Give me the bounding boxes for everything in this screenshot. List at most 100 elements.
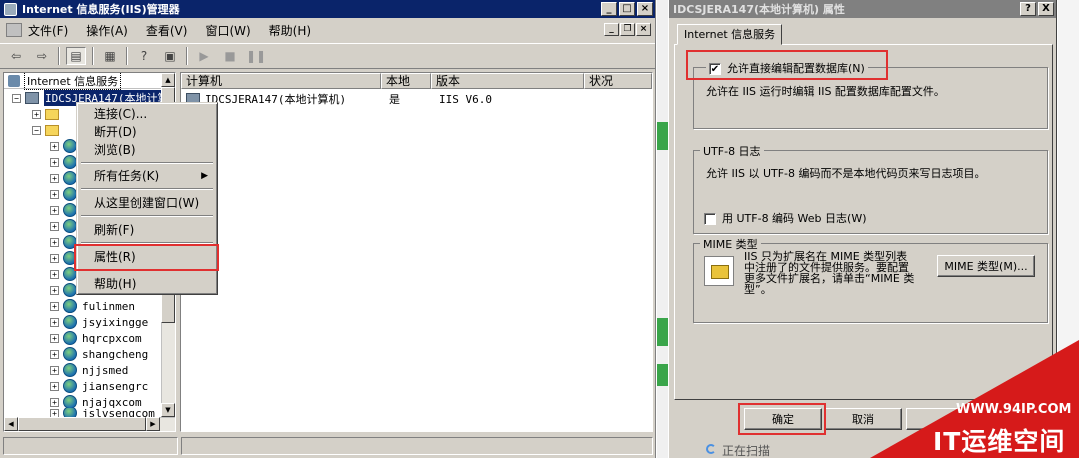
tree-item-site[interactable]: + jiansengrc (50, 378, 148, 394)
website-globe-icon (63, 139, 77, 153)
iis-title-bar[interactable]: Internet 信息服务(IIS)管理器 _ □ × (0, 0, 655, 18)
menu-item-new-window[interactable]: 从这里创建窗口(W) (80, 194, 214, 212)
tree-item-site[interactable]: + njjsmed (50, 362, 128, 378)
scroll-thumb[interactable] (18, 417, 146, 431)
show-tree-icon[interactable]: ▤ (66, 47, 86, 65)
forward-arrow-icon[interactable]: ⇨ (32, 47, 52, 65)
row-computer: IDCSJERA147(本地计算机) (205, 93, 347, 106)
all-tasks-label: 所有任务(K) (94, 169, 160, 183)
maximize-button[interactable]: □ (619, 2, 635, 16)
direct-edit-checkbox[interactable]: ✔ (709, 63, 721, 75)
website-globe-icon (63, 347, 77, 361)
menu-file[interactable]: 文件(F) (28, 22, 68, 39)
expand-icon[interactable]: + (50, 253, 59, 263)
menu-item-disconnect[interactable]: 断开(D) (80, 123, 214, 141)
tree-item-site[interactable]: + jsyixingge (50, 314, 148, 330)
ok-button[interactable]: 确定 (744, 408, 822, 430)
menu-view[interactable]: 查看(V) (146, 22, 188, 39)
expand-icon[interactable]: + (50, 301, 59, 311)
expand-icon[interactable]: + (50, 397, 59, 407)
column-header-version[interactable]: 版本 (431, 73, 584, 89)
direct-edit-checkbox-row[interactable]: ✔ 允许直接编辑配置数据库(N) (706, 60, 868, 76)
menu-item-refresh[interactable]: 刷新(F) (80, 221, 214, 239)
menu-window[interactable]: 窗口(W) (205, 22, 250, 39)
website-globe-icon (63, 379, 77, 393)
tree-item-site[interactable]: + fulinmen (50, 298, 135, 314)
tree-item-folder[interactable]: + (32, 106, 64, 122)
back-arrow-icon[interactable]: ⇦ (6, 47, 26, 65)
export-list-icon[interactable]: ▦ (100, 47, 120, 65)
iis-window-title: Internet 信息服务(IIS)管理器 (22, 3, 180, 16)
utf8-checkbox-row[interactable]: 用 UTF-8 编码 Web 日志(W) (704, 210, 867, 226)
column-header-status[interactable]: 状况 (584, 73, 652, 89)
collapse-icon[interactable]: − (32, 125, 41, 135)
expand-icon[interactable]: + (50, 141, 59, 151)
menu-separator (81, 188, 213, 190)
play-icon[interactable]: ▶ (194, 47, 214, 65)
tree-header[interactable]: Internet 信息服务 (4, 73, 175, 90)
expand-icon[interactable]: + (50, 221, 59, 231)
list-row[interactable]: IDCSJERA147(本地计算机) 是 IIS V6.0 (181, 91, 492, 107)
tree-item-folder[interactable]: − (32, 122, 64, 138)
menu-item-help[interactable]: 帮助(H) (80, 275, 214, 293)
expand-icon[interactable]: + (50, 189, 59, 199)
list-pane[interactable]: 计算机 本地 版本 状况 IDCSJERA147(本地计算机) 是 IIS V6… (180, 72, 653, 432)
menu-item-connect[interactable]: 连接(C)... (80, 105, 214, 123)
dialog-close-button[interactable]: X (1038, 2, 1054, 16)
collapse-icon[interactable]: − (12, 93, 21, 103)
expand-icon[interactable]: + (50, 157, 59, 167)
website-globe-icon (63, 363, 77, 377)
mdi-close-button[interactable]: × (636, 23, 651, 36)
expand-icon[interactable]: + (50, 285, 59, 295)
help-icon[interactable]: ? (134, 47, 154, 65)
dialog-help-button[interactable]: ? (1020, 2, 1036, 16)
expand-icon[interactable]: + (50, 349, 59, 359)
tab-internet-info-services[interactable]: Internet 信息服务 (677, 24, 783, 45)
website-globe-icon (63, 395, 77, 409)
watermark-url: WWW.94IP.COM (956, 402, 1072, 417)
scroll-down-icon[interactable]: ▼ (161, 403, 175, 417)
menu-item-all-tasks[interactable]: 所有任务(K) ▶ (80, 167, 214, 185)
column-header-local[interactable]: 本地 (381, 73, 431, 89)
toolbar-separator (126, 47, 128, 65)
expand-icon[interactable]: + (50, 237, 59, 247)
scroll-left-icon[interactable]: ◀ (4, 417, 18, 431)
mdi-restore-button[interactable]: ❐ (620, 23, 635, 36)
dialog-title-bar[interactable]: IDCSJERA147(本地计算机) 属性 ? X (669, 0, 1056, 18)
menu-help[interactable]: 帮助(H) (269, 22, 311, 39)
expand-icon[interactable]: + (50, 333, 59, 343)
website-globe-icon (63, 155, 77, 169)
toolbar-separator (58, 47, 60, 65)
scroll-up-icon[interactable]: ▲ (161, 73, 175, 87)
stop-icon[interactable]: ■ (220, 47, 240, 65)
properties-icon[interactable]: ▣ (160, 47, 180, 65)
tree-horizontal-scrollbar[interactable]: ◀ ▶ (4, 417, 175, 431)
menu-item-properties[interactable]: 属性(R) (80, 248, 214, 266)
expand-icon[interactable]: + (32, 109, 41, 119)
minimize-button[interactable]: _ (601, 2, 617, 16)
console-icon[interactable] (6, 23, 22, 37)
menu-item-browse[interactable]: 浏览(B) (80, 141, 214, 159)
toolbar-separator (186, 47, 188, 65)
column-header-computer[interactable]: 计算机 (181, 73, 381, 89)
menu-action[interactable]: 操作(A) (86, 22, 128, 39)
expand-icon[interactable]: + (50, 269, 59, 279)
close-button[interactable]: × (637, 2, 653, 16)
expand-icon[interactable]: + (50, 381, 59, 391)
expand-icon[interactable]: + (50, 365, 59, 375)
tree-item-site[interactable]: + shangcheng (50, 346, 148, 362)
mime-types-button[interactable]: MIME 类型(M)... (937, 255, 1035, 277)
menu-separator (81, 215, 213, 217)
status-panel (3, 437, 178, 455)
tree-item-site[interactable]: + hqrcpxcom (50, 330, 142, 346)
website-globe-icon (63, 315, 77, 329)
expand-icon[interactable]: + (50, 317, 59, 327)
scroll-right-icon[interactable]: ▶ (146, 417, 160, 431)
mdi-minimize-button[interactable]: _ (604, 23, 619, 36)
expand-icon[interactable]: + (50, 173, 59, 183)
website-globe-icon (63, 251, 77, 265)
expand-icon[interactable]: + (50, 205, 59, 215)
toolbar: ⇦ ⇨ ▤ ▦ ? ▣ ▶ ■ ❚❚ (0, 43, 655, 69)
utf8-checkbox[interactable] (704, 213, 716, 225)
pause-icon[interactable]: ❚❚ (246, 47, 266, 65)
